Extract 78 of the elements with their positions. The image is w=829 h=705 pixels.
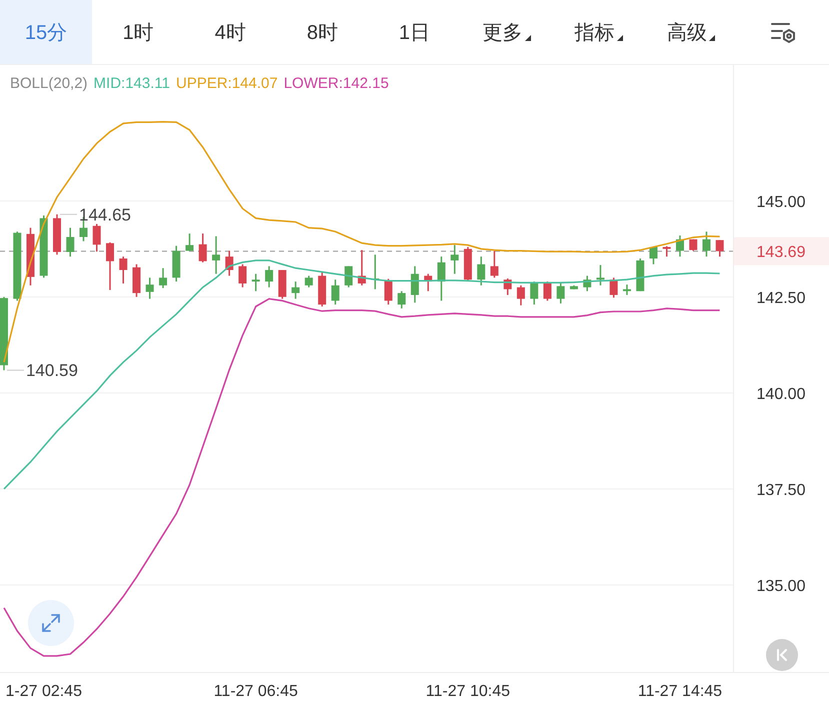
- candlestick: [464, 246, 472, 282]
- candlestick: [225, 250, 234, 276]
- candlestick: [689, 239, 698, 251]
- legend-value: :143.11: [121, 75, 170, 92]
- candlestick: [40, 216, 48, 278]
- settings-icon: [768, 20, 797, 44]
- extreme-price-label: 144.65: [79, 205, 131, 224]
- time-axis-label: 11-27 14:45: [638, 683, 722, 700]
- legend-value: :142.15: [338, 75, 389, 92]
- candlestick: [278, 270, 286, 299]
- candlestick: [516, 285, 525, 306]
- candlestick: [92, 224, 101, 252]
- candlestick: [106, 242, 114, 290]
- legend-name: UPPER: [176, 75, 228, 92]
- candlestick: [676, 235, 684, 257]
- price-axis-label: 140.00: [756, 386, 806, 403]
- skip-back-icon: [775, 648, 789, 662]
- legend-name: MID: [94, 75, 122, 92]
- legend-name: LOWER: [284, 75, 339, 92]
- candlestick: [570, 285, 578, 290]
- time-axis-label: 11-27 10:45: [426, 683, 510, 700]
- candlestick: [504, 278, 512, 295]
- candlestick: [252, 274, 260, 292]
- expand-icon: [40, 612, 62, 634]
- candlestick: [198, 234, 207, 262]
- expand-button[interactable]: [28, 600, 74, 646]
- candlestick: [292, 282, 300, 299]
- candlestick: [450, 245, 459, 274]
- candlestick: [186, 234, 194, 251]
- candlestick: [583, 276, 592, 292]
- time-axis-label: 11-27 06:45: [214, 683, 298, 700]
- leader-line: [60, 214, 78, 215]
- price-axis-label: 145.00: [756, 194, 806, 211]
- timeframe-tab[interactable]: 15分: [0, 0, 92, 64]
- candlestick: [437, 256, 446, 301]
- candlestick: [26, 228, 34, 286]
- candlestick: [212, 236, 220, 274]
- candlestick: [358, 250, 366, 286]
- candlestick: [265, 266, 274, 288]
- leader-line: [6, 370, 24, 371]
- candlestick: [716, 240, 724, 257]
- indicator-label: BOLL(20,2): [10, 75, 88, 92]
- candlestick: [146, 278, 154, 299]
- candlestick: [410, 266, 419, 303]
- candlestick: [384, 278, 392, 305]
- candlestick: [702, 232, 710, 257]
- candlestick: [398, 291, 406, 308]
- candlestick: [159, 268, 168, 288]
- candlestick: [636, 258, 644, 292]
- time-axis-label: 1-27 02:45: [5, 683, 82, 700]
- price-axis-label: 135.00: [756, 578, 806, 595]
- candlestick: [556, 283, 565, 304]
- candlestick: [543, 282, 552, 301]
- current-price-label: 143.69: [756, 244, 806, 262]
- candlestick: [530, 282, 538, 305]
- candlestick: [610, 278, 618, 298]
- price-axis-label: 142.50: [756, 290, 806, 307]
- candlestick: [172, 246, 180, 282]
- candlestick: [318, 272, 326, 306]
- price-axis-label: 137.50: [756, 482, 806, 499]
- candlestick: [477, 256, 486, 286]
- legend-value: :144.07: [228, 75, 278, 92]
- candlestick: [53, 214, 61, 255]
- candlestick: [119, 256, 128, 284]
- extreme-price-label: 140.59: [26, 361, 78, 380]
- candlestick: [662, 246, 671, 257]
- candlestick: [238, 264, 247, 288]
- candlestick: [622, 284, 631, 295]
- candlestick: [490, 250, 498, 278]
- candlestick: [66, 228, 74, 257]
- candlestick: [331, 280, 340, 305]
- candlestick: [649, 246, 658, 264]
- candlestick: [304, 276, 313, 288]
- candlestick: [596, 265, 604, 286]
- candlestick: [344, 266, 353, 288]
- candlestick: [424, 274, 432, 292]
- candlestick: [132, 264, 141, 297]
- candlestick: [13, 232, 22, 301]
